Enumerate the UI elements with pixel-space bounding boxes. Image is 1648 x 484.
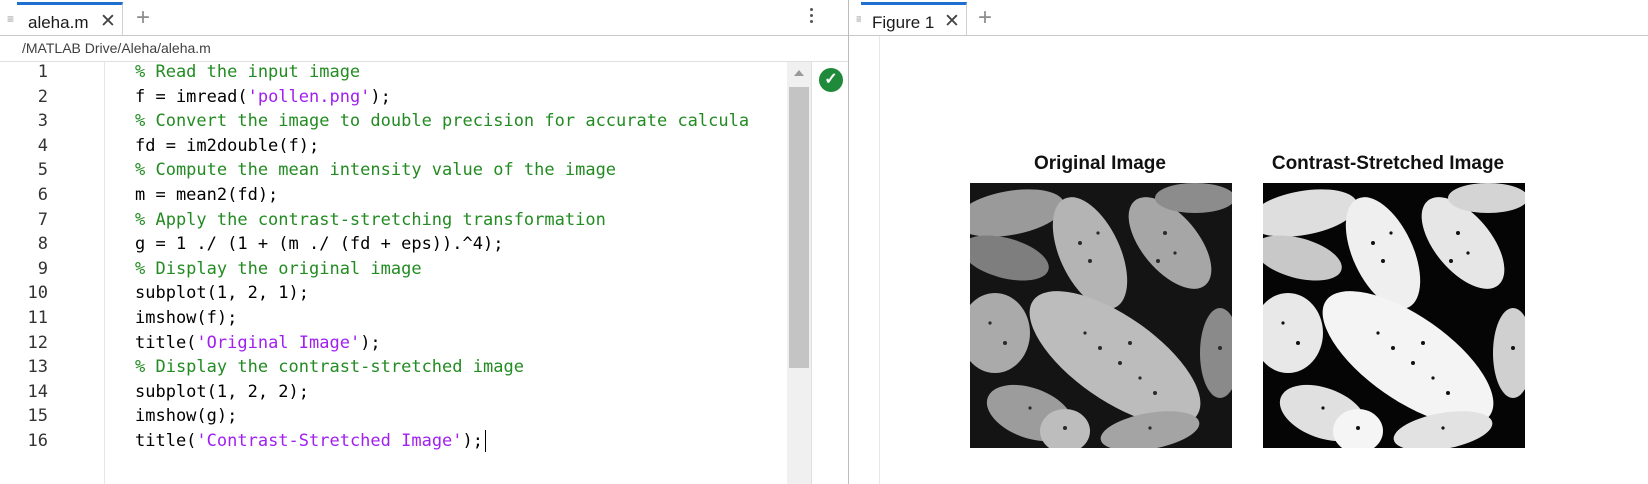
code-comment: % Display the contrast-stretched image: [135, 357, 524, 378]
line-number: 5: [37, 160, 48, 181]
code-line[interactable]: f = imread('pollen.png');: [135, 87, 391, 107]
scrollbar-thumb[interactable]: [789, 87, 809, 368]
code-line[interactable]: % Apply the contrast-stretching transfor…: [135, 210, 606, 230]
code-token: fd = im2double(f);: [135, 135, 320, 156]
file-path: /MATLAB Drive/Aleha/aleha.m: [22, 40, 211, 56]
figure-tab-bar: ≡ Figure 1 ✕ +: [849, 0, 1648, 36]
editor-pane: ≡ aleha.m ✕ + /MATLAB Drive/Aleha/aleha.…: [0, 0, 849, 484]
code-line[interactable]: fd = im2double(f);: [135, 136, 319, 156]
line-number: 14: [27, 381, 48, 402]
code-comment: % Read the input image: [135, 62, 361, 82]
drag-handle-icon[interactable]: ≡: [7, 12, 15, 26]
code-line[interactable]: % Display the original image: [135, 259, 422, 279]
line-number: 7: [37, 209, 48, 230]
axes-2-title: Contrast-Stretched Image: [1271, 153, 1505, 174]
pollen-image-stretched: [1263, 183, 1525, 448]
text-cursor: [485, 430, 486, 452]
code-line[interactable]: subplot(1, 2, 1);: [135, 283, 309, 303]
new-tab-plus-icon[interactable]: +: [978, 4, 992, 32]
code-token: );: [462, 431, 484, 451]
code-comment: % Compute the mean intensity value of th…: [135, 160, 617, 181]
code-line[interactable]: subplot(1, 2, 2);: [135, 382, 309, 402]
code-line[interactable]: % Convert the image to double precision …: [135, 111, 749, 131]
code-token: imshow(g);: [135, 406, 238, 427]
code-comment: % Convert the image to double precision …: [135, 111, 750, 132]
code-token: f = imread(: [135, 86, 248, 107]
code-string: 'pollen.png': [247, 86, 371, 107]
code-analyzer-column: ✓: [811, 62, 848, 484]
code-line[interactable]: % Read the input image: [135, 62, 360, 82]
code-token: subplot(1, 2, 2);: [135, 381, 309, 402]
code-line[interactable]: imshow(f);: [135, 308, 237, 328]
code-token: );: [360, 332, 381, 353]
file-path-bar: /MATLAB Drive/Aleha/aleha.m: [0, 36, 848, 62]
line-number: 1: [37, 62, 48, 82]
line-number: 2: [37, 86, 48, 107]
line-number: 6: [37, 185, 48, 205]
code-token: title(: [135, 431, 197, 451]
code-token: m = mean2(fd);: [135, 185, 279, 205]
tab-label: aleha.m: [28, 13, 89, 32]
line-number: 12: [27, 332, 48, 353]
contrast-stretched-image[interactable]: [1263, 183, 1525, 448]
line-number: 16: [27, 431, 48, 451]
axes-1-title: Original Image: [1034, 153, 1166, 174]
code-line[interactable]: g = 1 ./ (1 + (m ./ (fd + eps)).^4);: [135, 234, 503, 254]
tab-label: Figure 1: [872, 13, 935, 32]
close-icon[interactable]: ✕: [944, 12, 960, 31]
pollen-image-original: [970, 183, 1232, 448]
code-line[interactable]: % Display the contrast-stretched image: [135, 357, 524, 377]
code-string: 'Contrast-Stretched Image': [196, 431, 463, 451]
line-number: 3: [37, 111, 48, 132]
code-comment: % Display the original image: [135, 258, 422, 279]
code-line[interactable]: % Compute the mean intensity value of th…: [135, 160, 616, 180]
check-circle-icon[interactable]: ✓: [819, 68, 843, 92]
line-number: 10: [27, 283, 48, 304]
new-tab-plus-icon[interactable]: +: [136, 4, 150, 32]
line-number-gutter[interactable]: 1 2 3 4 5 6 7 8 9 10 11 12 13 14 15 16: [0, 62, 105, 484]
code-line[interactable]: imshow(g);: [135, 406, 237, 426]
tab-aleha-m[interactable]: aleha.m ✕: [17, 2, 123, 35]
close-icon[interactable]: ✕: [100, 12, 116, 31]
code-line[interactable]: m = mean2(fd);: [135, 185, 278, 205]
vertical-scrollbar[interactable]: [787, 62, 811, 484]
tab-figure-1[interactable]: Figure 1 ✕: [861, 2, 967, 35]
line-number: 15: [27, 406, 48, 427]
code-token: title(: [135, 332, 197, 353]
code-line[interactable]: title('Original Image');: [135, 333, 381, 353]
code-line[interactable]: title('Contrast-Stretched Image');: [135, 431, 483, 451]
scroll-up-arrow-icon[interactable]: [794, 70, 804, 76]
editor-tab-bar: ≡ aleha.m ✕ +: [0, 0, 848, 36]
line-number: 13: [27, 357, 48, 378]
line-number: 4: [37, 135, 48, 156]
code-token: );: [370, 86, 391, 107]
figure-left-border: [849, 36, 880, 484]
more-options-icon[interactable]: [810, 8, 816, 26]
line-number: 9: [37, 258, 48, 279]
line-number: 8: [37, 234, 48, 255]
code-comment: % Apply the contrast-stretching transfor…: [135, 209, 606, 230]
code-area[interactable]: % Read the input image f = imread('pollen…: [105, 62, 787, 484]
code-token: subplot(1, 2, 1);: [135, 283, 309, 304]
code-string: 'Original Image': [196, 332, 361, 353]
code-token: imshow(f);: [135, 308, 238, 328]
figure-pane: ≡ Figure 1 ✕ + Original Image Contrast-S…: [849, 0, 1648, 484]
code-token: g = 1 ./ (1 + (m ./ (fd + eps)).^4);: [135, 234, 504, 255]
original-image[interactable]: [970, 183, 1232, 448]
line-number: 11: [27, 308, 48, 328]
